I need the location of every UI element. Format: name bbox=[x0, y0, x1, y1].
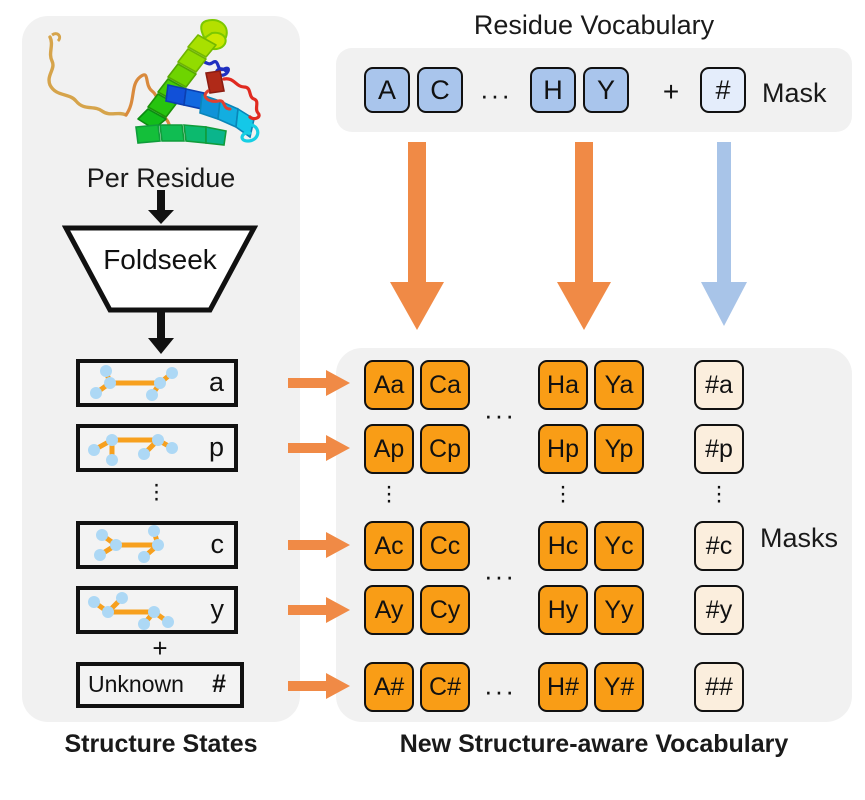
structure-state-graph-p bbox=[88, 434, 178, 466]
token-tile-Ha[interactable]: Ha bbox=[538, 360, 588, 410]
token-tile-H-hash[interactable]: H# bbox=[538, 662, 588, 712]
token-tile-Yc[interactable]: Yc bbox=[594, 521, 644, 571]
token-tile-mask-hash[interactable]: ## bbox=[694, 662, 744, 712]
structure-states-plus-sign: + bbox=[152, 633, 168, 663]
structure-state-row-unknown[interactable]: Unknown # bbox=[76, 662, 244, 708]
residue-tile-A[interactable]: A bbox=[364, 67, 410, 113]
structure-state-row-c[interactable]: c bbox=[76, 521, 238, 569]
structure-state-row-p[interactable]: p bbox=[76, 424, 238, 472]
arrow-residue-column-2 bbox=[557, 142, 611, 330]
token-tile-Aa[interactable]: Aa bbox=[364, 360, 414, 410]
residue-vocabulary-plus-sign: + bbox=[662, 76, 680, 107]
arrow-state-p-to-tokens bbox=[288, 435, 350, 461]
mask-label: Mask bbox=[762, 78, 827, 108]
foldseek-label: Foldseek bbox=[103, 244, 217, 275]
token-tile-mask-c[interactable]: #c bbox=[694, 521, 744, 571]
token-tile-Cp[interactable]: Cp bbox=[420, 424, 470, 474]
dot-glyph: · bbox=[385, 487, 393, 514]
token-tile-Ap[interactable]: Ap bbox=[364, 424, 414, 474]
arrow-mask-column bbox=[701, 142, 747, 326]
token-tile-mask-y[interactable]: #y bbox=[694, 585, 744, 635]
structure-state-graph-y bbox=[88, 592, 174, 630]
arrow-per-residue-to-foldseek bbox=[148, 190, 174, 224]
dot-glyph: · bbox=[152, 485, 162, 512]
token-tile-Ac[interactable]: Ac bbox=[364, 521, 414, 571]
token-tile-Ya[interactable]: Ya bbox=[594, 360, 644, 410]
arrow-state-a-to-tokens bbox=[288, 370, 350, 396]
residue-tile-mask[interactable]: # bbox=[700, 67, 746, 113]
unknown-symbol: # bbox=[212, 669, 226, 698]
vocabulary-grid-ellipsis-bottom: ··· bbox=[484, 676, 516, 706]
structure-states-caption: Structure States bbox=[64, 730, 258, 758]
arrow-foldseek-to-states bbox=[148, 310, 174, 354]
vocabulary-grid-ellipsis-lower: ··· bbox=[484, 561, 516, 591]
structure-state-letter: p bbox=[208, 431, 224, 462]
arrow-state-y-to-tokens bbox=[288, 597, 350, 623]
vocabulary-grid-vertical-ellipsis-col3: · · · bbox=[538, 475, 588, 514]
token-tile-Yp[interactable]: Yp bbox=[594, 424, 644, 474]
vocabulary-grid-vertical-ellipsis-mask: · · · bbox=[694, 475, 744, 514]
structure-state-graph-c bbox=[94, 525, 164, 563]
residue-vocabulary-ellipsis: ··· bbox=[480, 80, 512, 110]
new-vocabulary-caption: New Structure-aware Vocabulary bbox=[399, 730, 789, 758]
residue-tile-H[interactable]: H bbox=[530, 67, 576, 113]
structure-states-vertical-ellipsis: · · · bbox=[76, 473, 238, 512]
structure-state-letter: c bbox=[210, 528, 225, 559]
structure-state-letter: y bbox=[210, 593, 225, 624]
residue-vocabulary-title: Residue Vocabulary bbox=[473, 10, 715, 40]
token-tile-Yy[interactable]: Yy bbox=[594, 585, 644, 635]
token-tile-C-hash[interactable]: C# bbox=[420, 662, 470, 712]
residue-tile-Y[interactable]: Y bbox=[583, 67, 629, 113]
structure-state-letter: a bbox=[208, 366, 224, 397]
arrow-state-c-to-tokens bbox=[288, 532, 350, 558]
token-tile-Ca[interactable]: Ca bbox=[420, 360, 470, 410]
vocabulary-grid-vertical-ellipsis-col1: · · · bbox=[364, 475, 414, 514]
token-tile-Hy[interactable]: Hy bbox=[538, 585, 588, 635]
dot-glyph: · bbox=[715, 487, 723, 514]
structure-state-row-y[interactable]: y bbox=[76, 586, 238, 634]
structure-state-graph-a bbox=[90, 365, 178, 401]
masks-label: Masks bbox=[760, 523, 839, 553]
dot-glyph: · bbox=[559, 487, 567, 514]
token-tile-Cc[interactable]: Cc bbox=[420, 521, 470, 571]
unknown-label: Unknown bbox=[88, 670, 184, 697]
token-tile-Y-hash[interactable]: Y# bbox=[594, 662, 644, 712]
arrow-residue-column-1 bbox=[390, 142, 444, 330]
structure-state-row-a[interactable]: a bbox=[76, 359, 238, 407]
residue-tile-C[interactable]: C bbox=[417, 67, 463, 113]
token-tile-mask-a[interactable]: #a bbox=[694, 360, 744, 410]
arrow-state-unknown-to-tokens bbox=[288, 673, 350, 699]
token-tile-Ay[interactable]: Ay bbox=[364, 585, 414, 635]
token-tile-Hc[interactable]: Hc bbox=[538, 521, 588, 571]
token-tile-mask-p[interactable]: #p bbox=[694, 424, 744, 474]
token-tile-Hp[interactable]: Hp bbox=[538, 424, 588, 474]
token-tile-Cy[interactable]: Cy bbox=[420, 585, 470, 635]
token-tile-A-hash[interactable]: A# bbox=[364, 662, 414, 712]
vocabulary-grid-ellipsis-upper: ··· bbox=[484, 400, 516, 430]
protein-structure-figure bbox=[47, 19, 261, 146]
